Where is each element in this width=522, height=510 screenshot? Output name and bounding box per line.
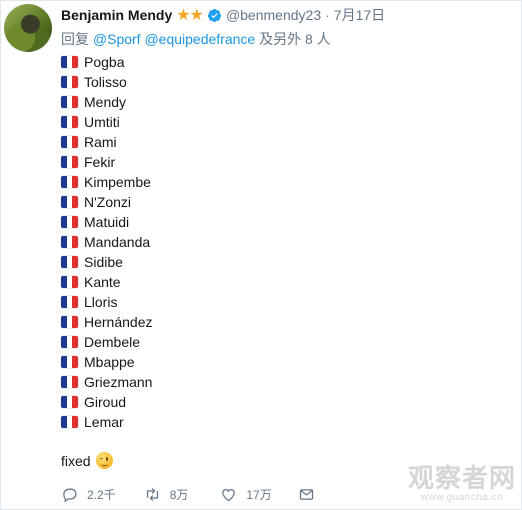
player-list-item: Griezmann [61,372,153,392]
player-name: Sidibe [84,254,123,270]
tweet-header: Benjamin Mendy ★★ @benmendy23 · 7月17日 [61,6,385,24]
direct-message-button[interactable] [298,486,315,503]
winking-face-icon [95,452,113,469]
player-name: Mbappe [84,354,135,370]
separator-dot: · [325,7,330,23]
player-list: Pogba Tolisso Mendy Umtiti Rami Fekir Kimpembe… [61,52,153,432]
france-flag-icon [61,136,78,148]
france-flag-icon [61,236,78,248]
france-flag-icon [61,216,78,228]
player-list-item: Pogba [61,52,153,72]
france-flag-icon [61,256,78,268]
player-list-item: Sidibe [61,252,153,272]
reply-count: 2.2千 [87,487,116,502]
player-name: Hernández [84,314,153,330]
player-name: Griezmann [84,374,153,390]
france-flag-icon [61,56,78,68]
reply-context: 回复 @Sporf @equipedefrance 及另外 8 人 [61,29,331,49]
player-name: Rami [84,134,117,150]
player-list-item: Lemar [61,412,153,432]
player-name: Pogba [84,54,125,70]
author-name[interactable]: Benjamin Mendy [61,7,172,23]
player-name: Lemar [84,414,124,430]
player-list-item: Umtiti [61,112,153,132]
avatar[interactable] [4,4,52,52]
player-name: N'Zonzi [84,194,132,210]
player-name: Kante [84,274,121,290]
heart-icon [222,488,236,501]
france-flag-icon [61,76,78,88]
player-list-item: Mandanda [61,232,153,252]
france-flag-icon [61,356,78,368]
player-list-item: Mbappe [61,352,153,372]
player-name: Matuidi [84,214,130,230]
watermark-url: www.guancha.cn [420,492,504,503]
player-name: Tolisso [84,74,127,90]
player-name: Kimpembe [84,174,151,190]
player-name: Dembele [84,334,141,350]
player-list-item: Matuidi [61,212,153,232]
tweet-actions: 2.2千 8万 17万 [61,484,315,504]
france-flag-icon [61,116,78,128]
player-list-item: Mendy [61,92,153,112]
closing-text: fixed [61,452,91,469]
france-flag-icon [61,296,78,308]
player-list-item: Rami [61,132,153,152]
player-list-item: N'Zonzi [61,192,153,212]
reply-icon [63,488,77,502]
france-flag-icon [61,276,78,288]
tweet-date[interactable]: 7月17日 [334,5,385,25]
player-list-item: Dembele [61,332,153,352]
watermark: 观察者网 www.guancha.cn [408,464,516,504]
retweet-icon [146,487,158,501]
closing-line: fixed [61,452,113,469]
retweet-button[interactable]: 8万 [144,486,189,503]
france-flag-icon [61,416,78,428]
mention-link[interactable]: @equipedefrance [144,31,255,47]
player-list-item: Tolisso [61,72,153,92]
reply-button[interactable]: 2.2千 [61,486,116,503]
envelope-icon [299,488,313,500]
reply-prefix: 回复 [61,31,89,47]
france-flag-icon [61,396,78,408]
france-flag-icon [61,376,78,388]
reply-suffix[interactable]: 及另外 8 人 [259,31,331,47]
player-name: Mendy [84,94,127,110]
author-handle[interactable]: @benmendy23 [226,7,321,23]
player-list-item: Lloris [61,292,153,312]
france-flag-icon [61,96,78,108]
player-name: Mandanda [84,234,151,250]
watermark-title: 观察者网 [407,463,516,493]
france-flag-icon [61,156,78,168]
verified-badge-icon [207,8,222,23]
france-flag-icon [61,336,78,348]
player-list-item: Fekir [61,152,153,172]
player-name: Lloris [84,294,118,310]
player-name: Giroud [84,394,127,410]
player-list-item: Kimpembe [61,172,153,192]
like-button[interactable]: 17万 [220,486,272,503]
player-list-item: Kante [61,272,153,292]
france-flag-icon [61,316,78,328]
france-flag-icon [61,196,78,208]
player-list-item: Giroud [61,392,153,412]
player-name: Fekir [84,154,116,170]
france-flag-icon [61,176,78,188]
star-icon: ★★ [176,7,204,24]
mention-link[interactable]: @Sporf [93,31,141,47]
retweet-count: 8万 [169,487,189,502]
like-count: 17万 [246,487,272,502]
player-name: Umtiti [84,114,120,130]
player-list-item: Hernández [61,312,153,332]
